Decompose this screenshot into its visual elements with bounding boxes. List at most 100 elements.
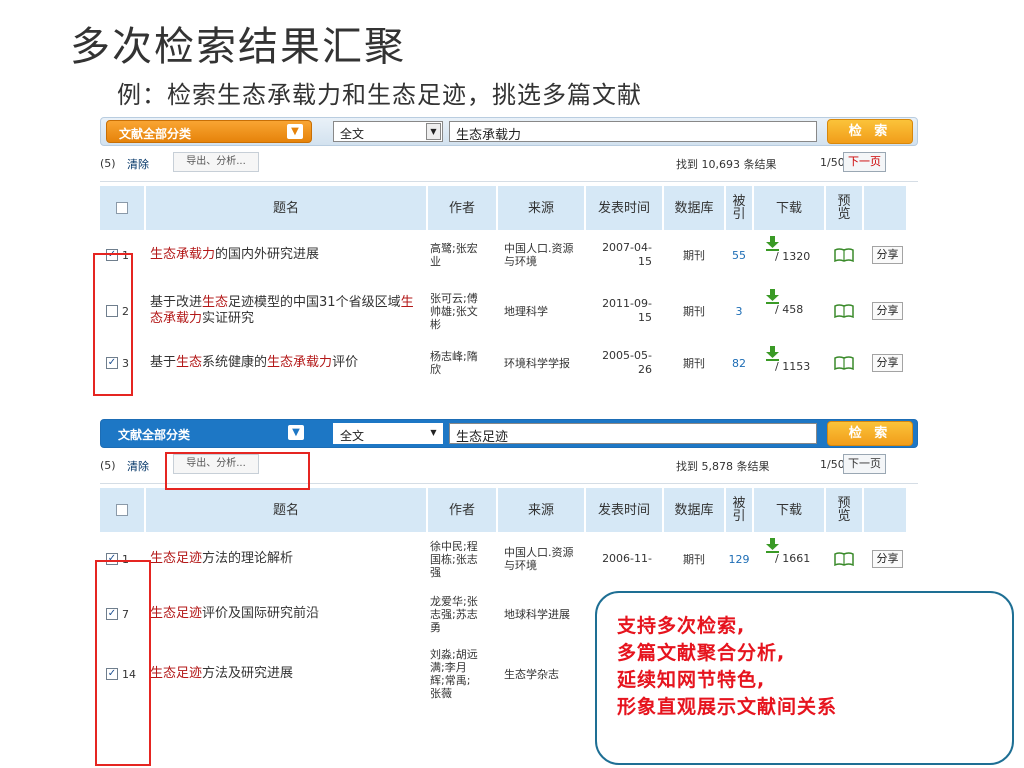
download-cell[interactable]: / 1661 [760, 532, 822, 586]
result-title-text: 生态承载力的国内外研究进展 [150, 247, 319, 263]
result-title-text: 生态足迹方法及研究进展 [150, 666, 293, 682]
download-cell[interactable]: / 1320 [760, 230, 822, 280]
callout-line: 支持多次检索, [617, 615, 746, 637]
callout-line: 形象直观展示文献间关系 [617, 696, 838, 718]
results-count: 找到 10,693 条结果 [676, 158, 777, 171]
field-label: 全文 [340, 429, 365, 443]
share-button[interactable]: 分享 [872, 354, 903, 372]
field-select[interactable]: 全文 ▼ [333, 423, 443, 444]
search-bar: 文献全部分类 ▼ 全文 ▼ 生态足迹 检 索 [100, 419, 918, 448]
download-cell[interactable]: / 458 [760, 283, 822, 339]
header-cites[interactable]: 被引 [726, 488, 752, 532]
author-cell[interactable]: 高鹭;张宏业 [430, 230, 480, 280]
search-bar: 文献全部分类 ▼ 全文 ▼ 生态承载力 检 索 [100, 117, 918, 146]
category-select[interactable]: 文献全部分类 ▼ [106, 422, 312, 445]
result-title-link[interactable]: 生态承载力的国内外研究进展 [150, 230, 422, 280]
author-cell[interactable]: 张可云;傅帅雄;张文彬 [430, 283, 480, 339]
page-indicator: 1/50 [820, 458, 845, 471]
source-cell[interactable]: 生态学杂志 [504, 642, 578, 706]
header-preview: 预览 [826, 488, 862, 532]
header-author[interactable]: 作者 [428, 488, 496, 532]
header-source[interactable]: 来源 [498, 186, 584, 230]
download-icon[interactable] [765, 538, 780, 553]
database-cell: 期刊 [683, 305, 705, 318]
header-blank [864, 186, 906, 230]
page-indicator: 1/50 [820, 156, 845, 169]
share-button[interactable]: 分享 [872, 246, 903, 264]
export-analyze-button[interactable]: 导出、分析... [173, 152, 259, 172]
result-title-link[interactable]: 基于生态系统健康的生态承载力评价 [150, 340, 422, 386]
header-source[interactable]: 来源 [498, 488, 584, 532]
header-preview: 预览 [826, 186, 862, 230]
header-cites-label: 被引 [732, 496, 746, 524]
download-icon[interactable] [765, 346, 780, 361]
header-date[interactable]: 发表时间 [586, 488, 662, 532]
clear-button[interactable]: 清除 [127, 156, 149, 172]
source-cell[interactable]: 中国人口.资源与环境 [504, 532, 578, 586]
table-header: 题名 作者 来源 发表时间 数据库 被引 下载 预览 [100, 484, 918, 532]
search-input[interactable]: 生态足迹 [449, 423, 817, 445]
search-input[interactable]: 生态承载力 [449, 121, 817, 143]
preview-book-icon[interactable] [834, 304, 854, 319]
download-icon[interactable] [765, 289, 780, 304]
preview-book-icon[interactable] [834, 356, 854, 371]
download-icon[interactable] [765, 236, 780, 251]
title-text: 方法及研究进展 [202, 666, 294, 681]
result-title-link[interactable]: 生态足迹方法及研究进展 [150, 642, 422, 706]
cites-link[interactable]: 55 [726, 230, 752, 280]
header-title[interactable]: 题名 [146, 488, 426, 532]
header-downloads[interactable]: 下载 [754, 186, 824, 230]
search-button[interactable]: 检 索 [827, 119, 913, 144]
date-cell: 2007-04-15 [602, 241, 652, 268]
preview-book-icon[interactable] [834, 248, 854, 263]
title-text: 基于改进 [150, 295, 203, 310]
source-cell[interactable]: 中国人口.资源与环境 [504, 230, 578, 280]
select-all-checkbox[interactable] [116, 202, 128, 214]
header-downloads[interactable]: 下载 [754, 488, 824, 532]
title-text: 方法的理论解析 [202, 551, 294, 566]
keyword-highlight: 生态足迹 [150, 551, 203, 566]
result-title-link[interactable]: 生态足迹评价及国际研究前沿 [150, 586, 422, 642]
author-cell[interactable]: 刘淼;胡远满;李月辉;常禹;张薇 [430, 642, 480, 706]
keyword-highlight: 生态足迹 [150, 606, 203, 621]
database-cell: 期刊 [683, 357, 705, 370]
title-text: 评价及国际研究前沿 [202, 606, 320, 621]
search-button[interactable]: 检 索 [827, 421, 913, 446]
next-page-button[interactable]: 下一页 [843, 152, 886, 172]
header-database[interactable]: 数据库 [664, 186, 724, 230]
preview-book-icon[interactable] [834, 552, 854, 567]
select-all-checkbox[interactable] [116, 504, 128, 516]
result-title-link[interactable]: 生态足迹方法的理论解析 [150, 532, 422, 586]
keyword-highlight: 生态 [202, 295, 229, 310]
author-cell[interactable]: 杨志峰;隋欣 [430, 340, 480, 386]
source-cell[interactable]: 地理科学 [504, 283, 578, 339]
clear-button[interactable]: 清除 [127, 458, 149, 474]
field-select[interactable]: 全文 ▼ [333, 121, 443, 142]
dropdown-arrow-icon: ▼ [426, 425, 441, 442]
header-database[interactable]: 数据库 [664, 488, 724, 532]
cites-link[interactable]: 82 [726, 340, 752, 386]
cites-link[interactable]: 3 [726, 283, 752, 339]
title-text: 系统健康的 [202, 355, 268, 370]
source-cell[interactable]: 地球科学进展 [504, 586, 578, 642]
table-row: ✓ 1 生态足迹方法的理论解析 徐中民;程国栋;张志强 中国人口.资源与环境 2006-1… [100, 532, 918, 586]
download-cell[interactable]: / 1153 [760, 340, 822, 386]
header-author[interactable]: 作者 [428, 186, 496, 230]
cites-link[interactable]: 129 [726, 532, 752, 586]
author-cell[interactable]: 龙爱华;张志强;苏志勇 [430, 586, 480, 642]
result-title-link[interactable]: 基于改进生态足迹模型的中国31个省级区域生态承载力实证研究 [150, 283, 422, 339]
header-title[interactable]: 题名 [146, 186, 426, 230]
field-label: 全文 [340, 127, 365, 141]
author-cell[interactable]: 徐中民;程国栋;张志强 [430, 532, 480, 586]
results-count: 找到 5,878 条结果 [676, 460, 770, 473]
database-cell: 期刊 [683, 249, 705, 262]
header-date[interactable]: 发表时间 [586, 186, 662, 230]
share-button[interactable]: 分享 [872, 550, 903, 568]
share-button[interactable]: 分享 [872, 302, 903, 320]
date-cell: 2005-05-26 [602, 349, 652, 376]
source-cell[interactable]: 环境科学学报 [504, 340, 578, 386]
category-select[interactable]: 文献全部分类 ▼ [106, 120, 312, 143]
next-page-button[interactable]: 下一页 [843, 454, 886, 474]
download-count: / 1320 [775, 250, 811, 263]
header-cites[interactable]: 被引 [726, 186, 752, 230]
